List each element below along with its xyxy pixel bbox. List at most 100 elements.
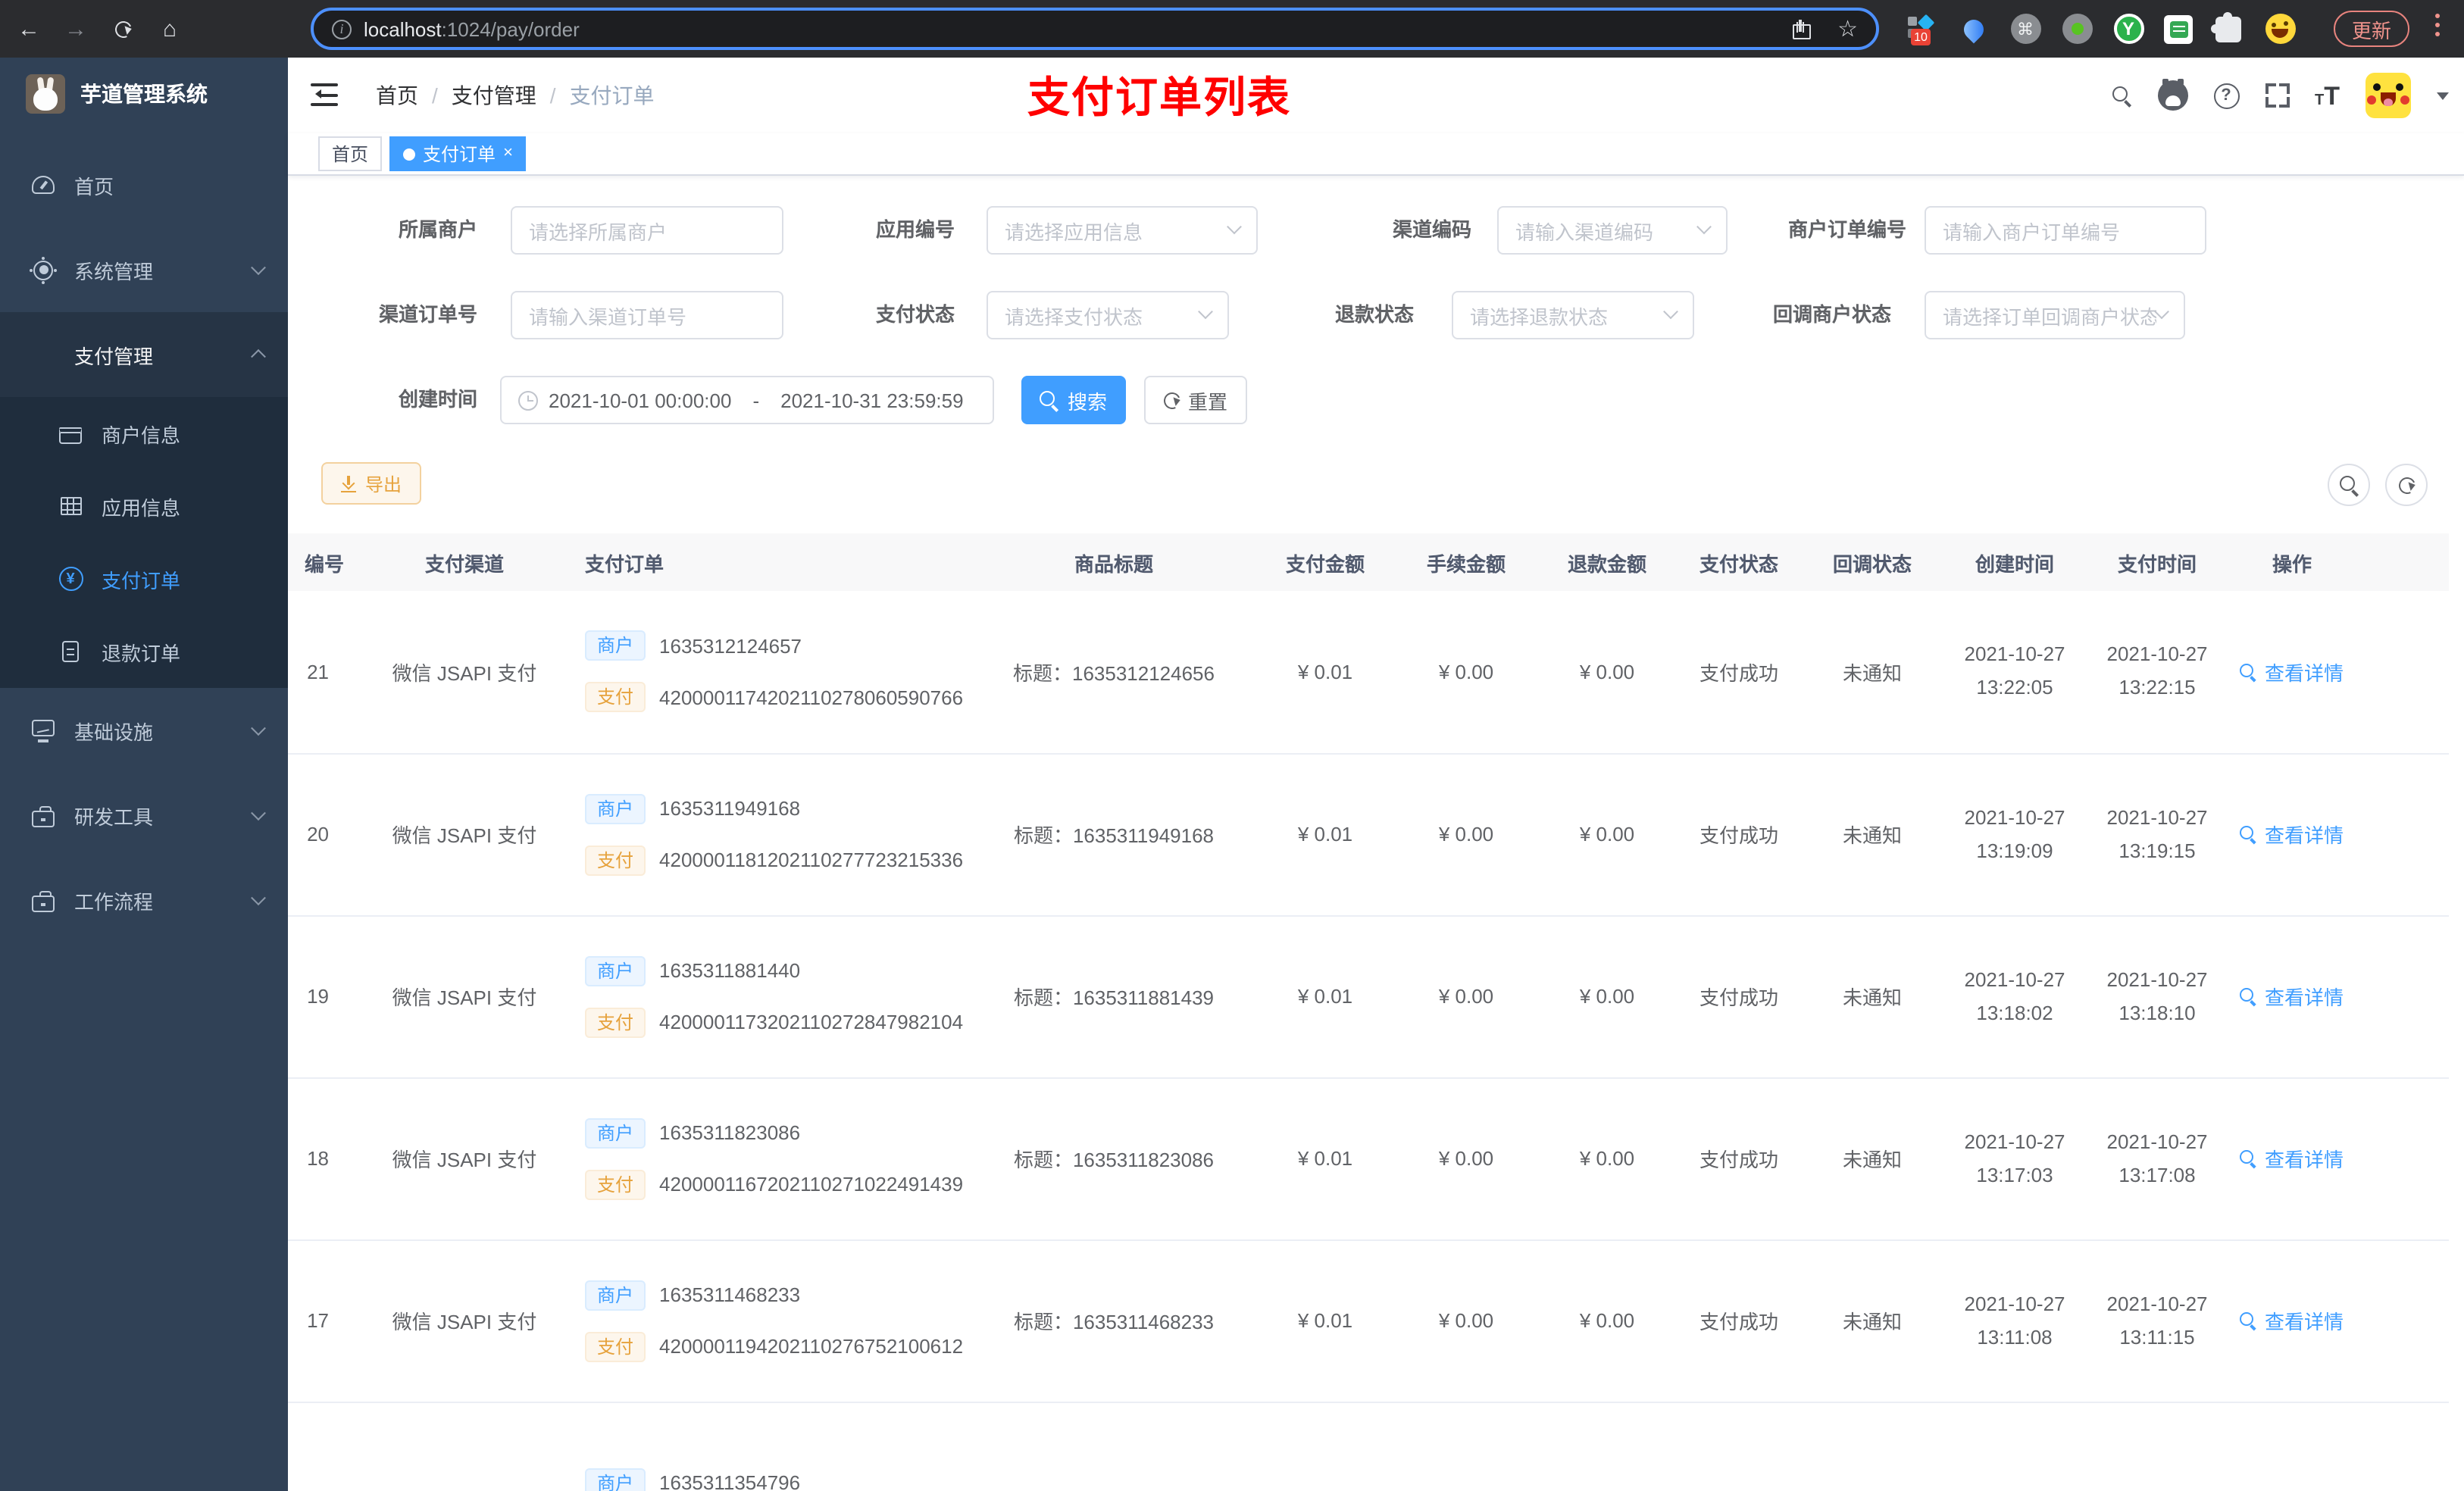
orders-table-wrap: 编号 支付渠道 支付订单 商品标题 支付金额 手续金额 退款金额 支付状态 回调状态 创建时间 支付… [288,533,2449,1491]
sidebar-item-支付订单[interactable]: 支付订单 [0,542,288,615]
url-host: localhost [364,17,442,40]
cell-pay-time: 2021-10-27 13:19:15 [2088,753,2226,916]
app-title: 芋道管理系统 [80,82,208,106]
browser-toolbar: ← → ⌂ i localhost:1024/pay/order ☆ 10 ⌘ … [0,0,2464,58]
profile-emoji-icon[interactable] [2264,13,2296,45]
bookmark-star-icon[interactable]: ☆ [1837,17,1858,40]
extensions-puzzle-icon[interactable] [2211,11,2244,45]
forward-icon[interactable]: → [59,12,92,45]
github-icon[interactable] [2157,79,2187,111]
filter-select-app_id[interactable]: 请选择应用信息 [987,206,1258,255]
pay-circle-icon [58,566,83,592]
merchant-tag: 商户 [585,1468,646,1491]
address-bar[interactable]: i localhost:1024/pay/order ☆ [311,8,1879,50]
breadcrumb-item-首页[interactable]: 首页 [376,80,418,111]
app-logo[interactable]: 芋道管理系统 [0,58,288,130]
sidebar-item-应用信息[interactable]: 应用信息 [0,470,288,542]
content: 所属商户 请选择所属商户 应用编号 请选择应用信息 渠道编码 请输入渠道编码 商户订单编号请… [288,176,2464,1491]
table-header-row: 编号 支付渠道 支付订单 商品标题 支付金额 手续金额 退款金额 支付状态 回调状态 创建时间 支付… [288,533,2449,591]
cell-fee-amount: ¥ 0.00 [1393,753,1540,916]
sidebar-item-支付管理[interactable]: 支付管理 [0,312,288,397]
extension-pin-icon[interactable] [1958,13,1990,45]
reset-button[interactable]: 重置 [1144,376,1247,424]
merchant-order-no: 1635311881440 [659,959,801,982]
channel-pay-no: 4200001173202110272847982104 [659,1011,964,1033]
view-detail-link[interactable]: 查看详情 [2240,820,2344,849]
filter-select-notify_status[interactable]: 请选择订单回调商户状态 [1925,291,2185,339]
export-button[interactable]: 导出 [321,462,422,505]
chevron-down-icon [1696,218,1712,234]
reload-icon[interactable] [106,12,139,45]
cell-product-title: 标题：1635311881439 [970,915,1258,1078]
breadcrumb-item-支付管理[interactable]: 支付管理 [452,80,536,111]
tab-支付订单[interactable]: 支付订单 × [389,136,527,171]
sidebar-item-基础设施[interactable]: 基础设施 [0,688,288,773]
navbar: 首页 / 支付管理 / 支付订单 支付订单列表 ? TT [288,58,2464,133]
tab-首页[interactable]: 首页 [318,136,383,171]
search-button[interactable]: 搜索 [1021,376,1126,424]
merchant-order-no: 1635311468233 [659,1283,801,1306]
browser-extensions: 10 ⌘ Y [1906,0,2296,58]
view-detail-link[interactable]: 查看详情 [2240,982,2344,1011]
sidebar-toggle-icon[interactable] [311,83,338,106]
view-detail-icon [2240,988,2257,1005]
placeholder-text: 请输入渠道订单号 [529,305,687,328]
reset-button-label: 重置 [1187,390,1227,413]
share-icon[interactable] [1792,19,1811,39]
cell-pay-time: 2021-10-27 13:17:08 [2088,1077,2226,1240]
close-tab-icon[interactable]: × [503,145,513,162]
filter-input-merchant_id[interactable]: 请选择所属商户 [511,206,783,255]
extension-diamond-icon[interactable]: 10 [1906,13,1938,45]
cell-fee-amount: ¥ 0.00 [1393,1077,1540,1240]
breadcrumb-item-支付订单: 支付订单 [569,83,655,108]
sidebar-item-商户信息[interactable]: 商户信息 [0,397,288,470]
sidebar-item-首页[interactable]: 首页 [0,142,288,227]
sidebar-item-工作流程[interactable]: 工作流程 [0,858,288,942]
filter-daterange-create-time[interactable]: 2021-10-01 00:00:00-2021-10-31 23:59:59 [500,376,994,424]
extension-chat-icon[interactable] [2164,14,2193,43]
extension-y-icon[interactable]: Y [2112,13,2144,45]
channel-pay-no: 4200001194202110276752100612 [659,1335,964,1358]
sidebar-item-研发工具[interactable]: 研发工具 [0,773,288,858]
sidebar-item-label: 商户信息 [102,424,181,446]
pay-tag: 支付 [585,1007,646,1037]
toggle-search-button[interactable] [2328,464,2370,506]
placeholder-text: 请选择所属商户 [529,220,668,243]
chrome-update-button[interactable]: 更新 [2334,11,2410,47]
sidebar-item-退款订单[interactable]: 退款订单 [0,615,288,688]
active-tab-dot [403,148,416,160]
help-icon[interactable]: ? [2213,83,2239,108]
fullscreen-icon[interactable] [2265,83,2289,108]
user-menu-caret-icon[interactable] [2437,92,2449,105]
back-icon[interactable]: ← [12,12,45,45]
site-info-icon[interactable]: i [332,19,352,39]
browser-menu-icon[interactable] [2434,14,2440,36]
filter-select-channel_code[interactable]: 请输入渠道编码 [1497,206,1728,255]
filter-select-refund_status[interactable]: 请选择退款状态 [1452,291,1694,339]
filter-input-merchant_order_id[interactable]: 请输入商户订单编号 [1925,206,2206,255]
briefcase-icon [30,887,56,913]
filter-select-pay_status[interactable]: 请选择支付状态 [987,291,1229,339]
date-separator: - [752,389,760,411]
font-size-icon[interactable]: TT [2315,83,2340,108]
sidebar-item-系统管理[interactable]: 系统管理 [0,227,288,312]
view-detail-link[interactable]: 查看详情 [2240,1144,2344,1173]
search-icon[interactable] [2112,86,2131,105]
cell-notify-status: 未通知 [1803,915,1941,1078]
cell-refund-amount: ¥ 0.00 [1540,591,1674,754]
dashboard-icon [30,172,56,198]
refresh-table-button[interactable] [2385,464,2428,506]
url-text[interactable]: localhost:1024/pay/order [364,17,580,40]
extension-command-icon[interactable]: ⌘ [2009,13,2041,45]
view-detail-label: 查看详情 [2264,661,2344,685]
reload-glyph [111,17,134,40]
cell-pay-channel: 微信 JSAPI 支付 [356,915,573,1078]
filter-input-channel_order_no[interactable]: 请输入渠道订单号 [511,291,783,339]
extension-record-icon[interactable] [2061,13,2093,45]
user-avatar[interactable] [2366,73,2411,118]
filter-label-merchant_order_id: 商户订单编号 [1787,218,1906,241]
view-detail-link[interactable]: 查看详情 [2240,1306,2344,1335]
view-detail-link[interactable]: 查看详情 [2240,658,2344,686]
home-icon[interactable]: ⌂ [153,12,186,45]
merchant-order-no: 1635311949168 [659,797,801,820]
